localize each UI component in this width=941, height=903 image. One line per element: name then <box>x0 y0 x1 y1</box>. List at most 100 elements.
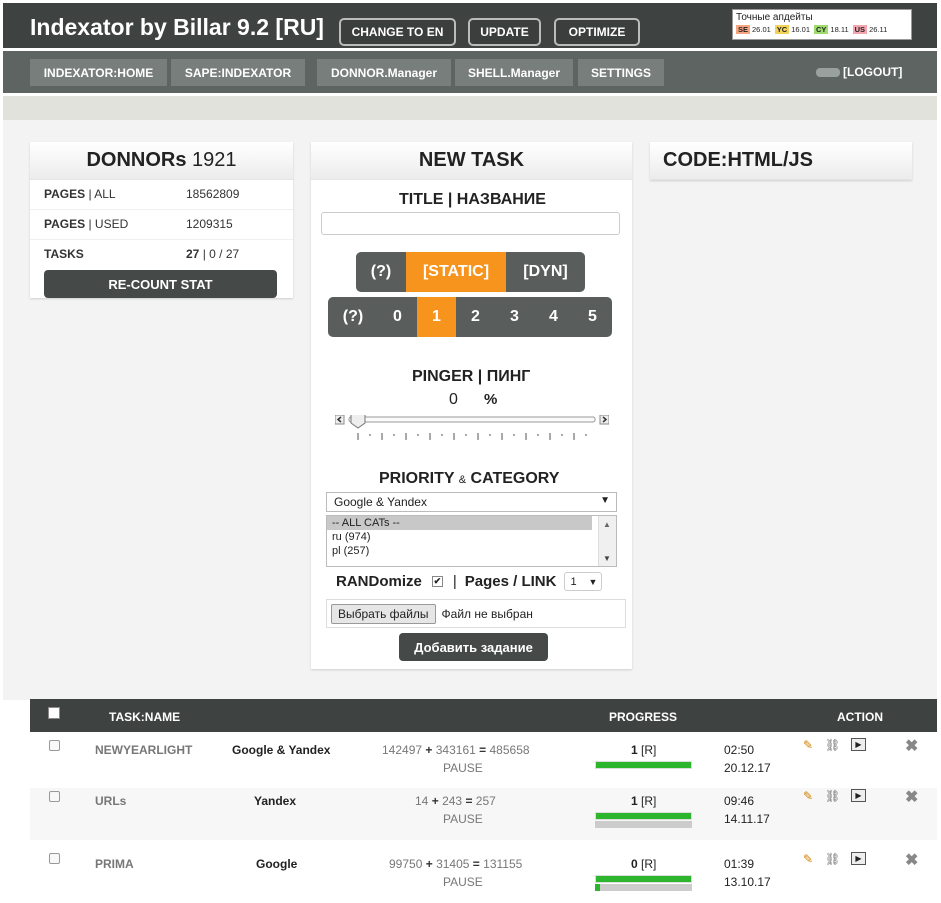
edit-icon[interactable]: ✎ <box>803 852 813 866</box>
play-icon[interactable]: ▶ <box>851 738 866 751</box>
updates-widget[interactable]: Точные апдейты SE 26.01 YC 16.01 CY 18.11 U… <box>732 9 912 40</box>
update-tag-us: US <box>852 25 868 34</box>
task-counts: 142497 + 343161 = 485658 <box>382 743 530 757</box>
table-row[interactable]: NEWYEARLIGHT Google & Yandex 142497 + 34… <box>30 732 937 788</box>
slider-thumb <box>350 415 366 429</box>
task-date: 14.11.17 <box>724 812 770 826</box>
level-4-button[interactable]: 4 <box>534 297 573 337</box>
type-dyn-button[interactable]: [DYN] <box>506 252 585 292</box>
table-row[interactable]: URLs Yandex 14 + 243 = 257 PAUSE 1 [R] 0… <box>30 788 937 840</box>
user-area: [LOGOUT] <box>816 65 902 79</box>
level-help-button[interactable]: (?) <box>328 297 378 337</box>
app-title: Indexator by Billar 9.2 [RU] <box>30 14 324 40</box>
link-icon[interactable]: ⛓ <box>825 789 840 803</box>
recount-stat-button[interactable]: RE-COUNT STAT <box>44 270 277 298</box>
pages-link-select[interactable]: 1 ▼ <box>564 572 603 591</box>
col-task-name[interactable]: TASK:NAME <box>109 710 180 724</box>
edit-icon[interactable]: ✎ <box>803 738 813 752</box>
table-row[interactable]: PRIMA Google 99750 + 31405 = 131155 PAUS… <box>30 846 937 902</box>
delete-icon[interactable]: ✖ <box>905 787 918 807</box>
link-icon[interactable]: ⛓ <box>825 852 840 866</box>
list-item[interactable]: -- ALL CATs -- <box>327 516 592 530</box>
col-progress[interactable]: PROGRESS <box>609 710 677 724</box>
divider-band <box>3 96 937 120</box>
task-counts: 99750 + 31405 = 131155 <box>389 857 523 871</box>
updates-title: Точные апдейты <box>736 12 813 23</box>
updates-list: SE 26.01 YC 16.01 CY 18.11 US 26.11 <box>736 25 908 34</box>
type-static-button[interactable]: [STATIC] <box>406 252 506 292</box>
tasks-label: TASKS <box>44 247 84 261</box>
update-date: 26.01 <box>752 25 771 34</box>
level-2-button[interactable]: 2 <box>456 297 495 337</box>
tasks-value: 27 | 0 / 27 <box>186 247 240 261</box>
link-icon[interactable]: ⛓ <box>825 738 840 752</box>
donnors-card: DONNORs 1921 PAGES | ALL 18562809 PAGES … <box>30 142 293 298</box>
play-icon[interactable]: ▶ <box>851 852 866 865</box>
progress-bar <box>595 875 692 891</box>
row-checkbox[interactable] <box>49 791 60 802</box>
logout-link[interactable]: [LOGOUT] <box>843 65 902 79</box>
add-task-button[interactable]: Добавить задание <box>399 633 548 661</box>
select-all-checkbox[interactable] <box>48 707 60 719</box>
row-checkbox[interactable] <box>49 740 60 751</box>
scroll-down-icon: ▼ <box>603 554 611 563</box>
list-item[interactable]: pl (257) <box>327 544 592 558</box>
nav-indexator-home[interactable]: INDEXATOR:HOME <box>30 59 167 86</box>
delete-icon[interactable]: ✖ <box>905 850 918 870</box>
pinger-value: 0 <box>449 391 458 408</box>
row-checkbox[interactable] <box>49 853 60 864</box>
pages-used-value: 1209315 <box>186 217 233 231</box>
update-button[interactable]: UPDATE <box>468 18 541 46</box>
level-0-button[interactable]: 0 <box>378 297 417 337</box>
task-time: 02:50 <box>724 743 755 757</box>
nav-donnor-manager[interactable]: DONNOR.Manager <box>317 59 451 86</box>
list-scrollbar[interactable]: ▲ ▼ <box>598 516 616 566</box>
pinger-unit: % <box>484 391 498 408</box>
title-label: TITLE | НАЗВАНИЕ <box>399 191 546 208</box>
task-engine: Google & Yandex <box>232 743 331 757</box>
change-to-en-button[interactable]: CHANGE TO EN <box>339 18 456 46</box>
pages-all-value: 18562809 <box>186 187 240 201</box>
priority-label: PRIORITY & CATEGORY <box>379 470 560 487</box>
code-card: CODE:HTML/JS <box>650 142 912 180</box>
level-3-button[interactable]: 3 <box>495 297 534 337</box>
file-status: Файл не выбран <box>441 606 533 621</box>
task-name[interactable]: NEWYEARLIGHT <box>95 743 192 757</box>
nav-sape-indexator[interactable]: SAPE:INDEXATOR <box>171 59 305 86</box>
choose-file-button[interactable]: Выбрать файлы <box>331 603 436 624</box>
type-help-button[interactable]: (?) <box>356 252 406 292</box>
col-action: ACTION <box>837 710 883 724</box>
nav-shell-manager[interactable]: SHELL.Manager <box>455 59 573 86</box>
randomize-label: RANDomize <box>336 573 422 590</box>
delete-icon[interactable]: ✖ <box>905 736 918 756</box>
level-5-button[interactable]: 5 <box>573 297 612 337</box>
task-progress-text: 0 [R] <box>631 857 657 871</box>
donnors-count: 1921 <box>192 149 237 171</box>
task-name[interactable]: PRIMA <box>95 857 134 871</box>
task-date: 20.12.17 <box>724 761 771 775</box>
task-progress-text: 1 [R] <box>631 743 657 757</box>
task-engine: Yandex <box>254 794 297 808</box>
pinger-slider[interactable] <box>335 415 609 445</box>
progress-bar <box>595 761 692 769</box>
task-name[interactable]: URLs <box>95 794 126 808</box>
nav-settings[interactable]: SETTINGS <box>578 59 664 86</box>
update-date: 16.01 <box>791 25 810 34</box>
code-title: CODE:HTML/JS <box>650 142 912 180</box>
donnors-title: DONNORs <box>86 149 187 171</box>
task-engine: Google <box>256 857 298 871</box>
edit-icon[interactable]: ✎ <box>803 789 813 803</box>
title-input[interactable] <box>321 212 620 235</box>
optimize-button[interactable]: OPTIMIZE <box>554 18 640 46</box>
level-1-button[interactable]: 1 <box>417 297 456 337</box>
category-list[interactable]: -- ALL CATs -- ru (974) pl (257) ▲ ▼ <box>326 515 617 567</box>
play-icon[interactable]: ▶ <box>851 789 866 802</box>
randomize-row: RANDomize ✔ | Pages / LINK 1 ▼ <box>336 572 603 591</box>
list-item[interactable]: ru (974) <box>327 530 592 544</box>
pages-link-label: Pages / LINK <box>464 573 557 590</box>
randomize-checkbox[interactable]: ✔ <box>431 576 443 587</box>
engine-select[interactable]: Google & Yandex ▼ <box>326 492 617 512</box>
task-date: 13.10.17 <box>724 875 771 889</box>
task-status: PAUSE <box>443 875 483 889</box>
dropdown-arrow-icon: ▼ <box>600 495 610 506</box>
